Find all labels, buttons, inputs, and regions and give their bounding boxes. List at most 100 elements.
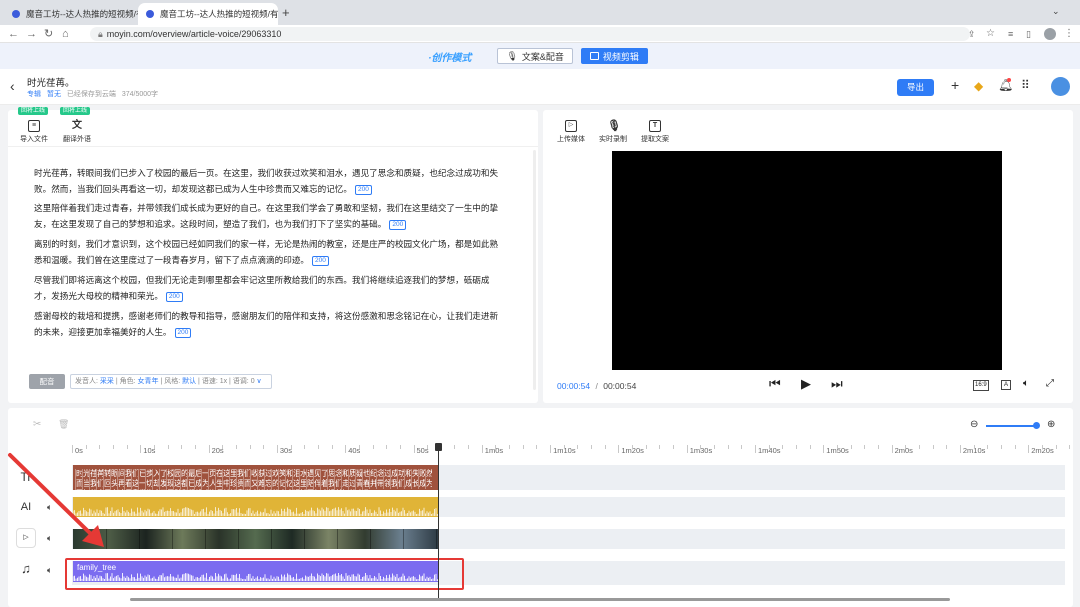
share-icon[interactable]: ⇪ <box>968 25 976 43</box>
vip-diamond-icon[interactable]: ◆ <box>974 79 983 93</box>
text-clip-char: 我 <box>327 479 334 489</box>
ruler-minor-tick <box>741 445 743 449</box>
play-icon[interactable]: ▶︎ <box>801 376 811 392</box>
text-clip-char: 过 <box>264 469 271 479</box>
user-avatar[interactable] <box>1051 77 1070 96</box>
import-file-button[interactable]: ≡ 导入文件 <box>20 120 48 144</box>
voice-settings-selector[interactable]: 发音人: 采采 | 角色: 女青年 | 风格: 默认 | 语速: 1x | 语调… <box>70 374 272 389</box>
ruler-minor-tick <box>290 445 292 449</box>
zoom-out-icon[interactable]: ⊖ <box>970 419 978 430</box>
highlight-box <box>65 558 464 590</box>
ruler-minor-tick <box>1055 445 1057 449</box>
text-clip-char: 迎 <box>292 489 299 490</box>
script-paragraph[interactable]: 离别的时刻，我们才意识到，这个校园已经如同我们的家一样，无论是热闹的教室，还是庄… <box>34 236 504 268</box>
ruler-minor-tick <box>782 445 784 449</box>
ruler-minor-tick <box>905 445 907 449</box>
text-clip-char: 难 <box>257 479 264 489</box>
project-title[interactable]: 时光荏苒。 <box>27 75 75 89</box>
ruler-tick <box>413 445 415 453</box>
video-frame-divider <box>337 529 338 549</box>
script-paragraph[interactable]: 时光荏苒，转眼间我们已步入了校园的最后一页。在这里，我们收获过欢笑和泪水，遇见了… <box>34 165 504 197</box>
video-player-canvas[interactable] <box>612 151 1002 370</box>
previous-frame-icon[interactable]: ⏮︎ <box>769 376 781 392</box>
album-tag[interactable]: 专辑 <box>27 91 41 98</box>
ai-voice-clip[interactable] <box>73 497 438 517</box>
text-clip-char: 贵 <box>236 479 243 489</box>
script-paragraph[interactable]: 尽管我们即将远离这个校园，但我们无论走到哪里都会牢记这里所教给我们的东西。我们将… <box>34 272 504 304</box>
aspect-ratio-button[interactable]: 16:9 <box>973 380 989 391</box>
ruler-minor-tick <box>358 445 360 449</box>
text-clip[interactable]: 时光荏苒转眼间我们已步入了校园的最后一页在这里我们收获过欢笑和泪水遇见了思念和质… <box>73 465 438 490</box>
back-arrow-icon[interactable]: ‹ <box>10 78 15 94</box>
profile-avatar[interactable] <box>1044 28 1056 40</box>
text-clip-char: 美 <box>334 489 341 490</box>
video-clip[interactable] <box>73 529 438 549</box>
ruler-minor-tick <box>331 445 333 449</box>
video-frame-divider <box>304 529 305 549</box>
playhead-handle[interactable] <box>435 443 442 451</box>
timeline-ruler[interactable]: 0s 10s 20s 30s 40s 50s 1m0s 1m10s 1m20s 1m30s 1m40… <box>72 445 1071 457</box>
video-edit-button[interactable]: 视频剪辑 <box>580 48 648 64</box>
total-time: 00:00:54 <box>603 381 637 391</box>
text-clip-char: 春 <box>362 479 369 489</box>
video-edit-label: 视频剪辑 <box>602 51 639 62</box>
back-icon[interactable]: ← <box>8 25 19 43</box>
zoom-slider-handle[interactable] <box>1033 422 1040 429</box>
browser-menu-icon[interactable]: ⋮ <box>1064 25 1074 43</box>
text-clip-char: 了 <box>320 469 327 479</box>
zoom-in-icon[interactable]: ⊕ <box>1047 419 1055 430</box>
zoom-slider[interactable] <box>986 425 1038 427</box>
home-icon[interactable]: ⌂ <box>62 25 69 43</box>
subtitle-icon[interactable]: A <box>1001 380 1011 390</box>
browser-tab[interactable]: 魔音工坊--达人热推的短视频/有 ✕ <box>4 3 144 25</box>
music-track-icon[interactable]: ♫ <box>16 560 36 580</box>
time-separator: / <box>595 381 598 391</box>
fullscreen-icon[interactable]: ⤢ <box>1046 378 1054 389</box>
text-clip-char: 们 <box>243 469 250 479</box>
forward-icon[interactable]: → <box>26 25 37 43</box>
text-clip-char: 疑 <box>355 469 362 479</box>
reading-list-icon[interactable]: ≡ <box>1008 25 1013 43</box>
text-clip-char: 过 <box>383 469 390 479</box>
volume-icon[interactable]: 🔈︎ <box>47 565 52 576</box>
extract-text-button[interactable]: T 提取文案 <box>641 120 669 144</box>
ruler-minor-tick <box>714 445 716 449</box>
editor-scrollbar[interactable] <box>533 150 536 390</box>
scissors-icon[interactable]: ✂︎ <box>33 419 41 430</box>
paragraph-text: 这里陪伴着我们走过青春，并带领我们成长成为更好的自己。在这里我们学会了勇敢和坚韧… <box>34 203 499 229</box>
dub-button[interactable]: 配音 <box>29 374 65 389</box>
apps-grid-icon[interactable]: ⠿ <box>1021 78 1030 92</box>
text-clip-char: 已 <box>187 479 194 489</box>
browser-tab-active[interactable]: 魔音工坊--达人热推的短视频/有 ✕ <box>138 3 278 25</box>
tab-menu-icon[interactable]: ⌄ <box>1052 6 1060 17</box>
delete-icon[interactable]: 🗑︎ <box>58 419 69 430</box>
sidebar-icon[interactable]: ▯ <box>1026 25 1031 43</box>
text-clip-char: 功 <box>397 469 404 479</box>
new-tab-icon[interactable]: + <box>282 5 290 20</box>
notification-dot <box>1007 78 1011 82</box>
text-clip-char: 韧 <box>194 489 201 490</box>
ruler-minor-tick <box>987 445 989 449</box>
script-paragraph[interactable]: 感谢母校的栽培和提携，感谢老师们的教导和指导，感谢朋友们的陪伴和支持，将这份感激… <box>34 308 504 340</box>
add-icon[interactable]: + <box>951 77 959 93</box>
next-frame-icon[interactable]: ⏭︎ <box>831 376 843 392</box>
translate-button[interactable]: 文 翻译外语 <box>63 120 91 144</box>
album-value: 暂无 <box>46 91 61 98</box>
upload-media-button[interactable]: ▷ 上传媒体 <box>557 120 585 144</box>
ruler-minor-tick <box>454 445 456 449</box>
bookmark-star-icon[interactable]: ☆ <box>986 25 995 43</box>
text-clip-char: 念 <box>376 469 383 479</box>
export-button[interactable]: 导出 <box>897 79 934 96</box>
volume-icon[interactable]: 🔈︎ <box>1023 378 1029 389</box>
playhead[interactable] <box>438 445 439 600</box>
url-field[interactable]: 🔒︎ moyin.com/overview/article-voice/29063… <box>90 27 970 41</box>
video-frame-divider <box>139 529 140 549</box>
text-clip-char: 最 <box>187 469 194 479</box>
text-clip-char: 步 <box>145 469 152 479</box>
live-record-button[interactable]: 🎙︎ 实时录制 <box>599 120 627 144</box>
script-dubbing-button[interactable]: 🎙︎ 文案&配音 <box>497 48 573 64</box>
timeline-scrollbar[interactable] <box>130 598 950 601</box>
text-clip-char: 进 <box>257 489 264 490</box>
script-paragraph[interactable]: 这里陪伴着我们走过青春，并带领我们成长成为更好的自己。在这里我们学会了勇敢和坚韧… <box>34 200 504 232</box>
reload-icon[interactable]: ↻ <box>44 25 53 43</box>
